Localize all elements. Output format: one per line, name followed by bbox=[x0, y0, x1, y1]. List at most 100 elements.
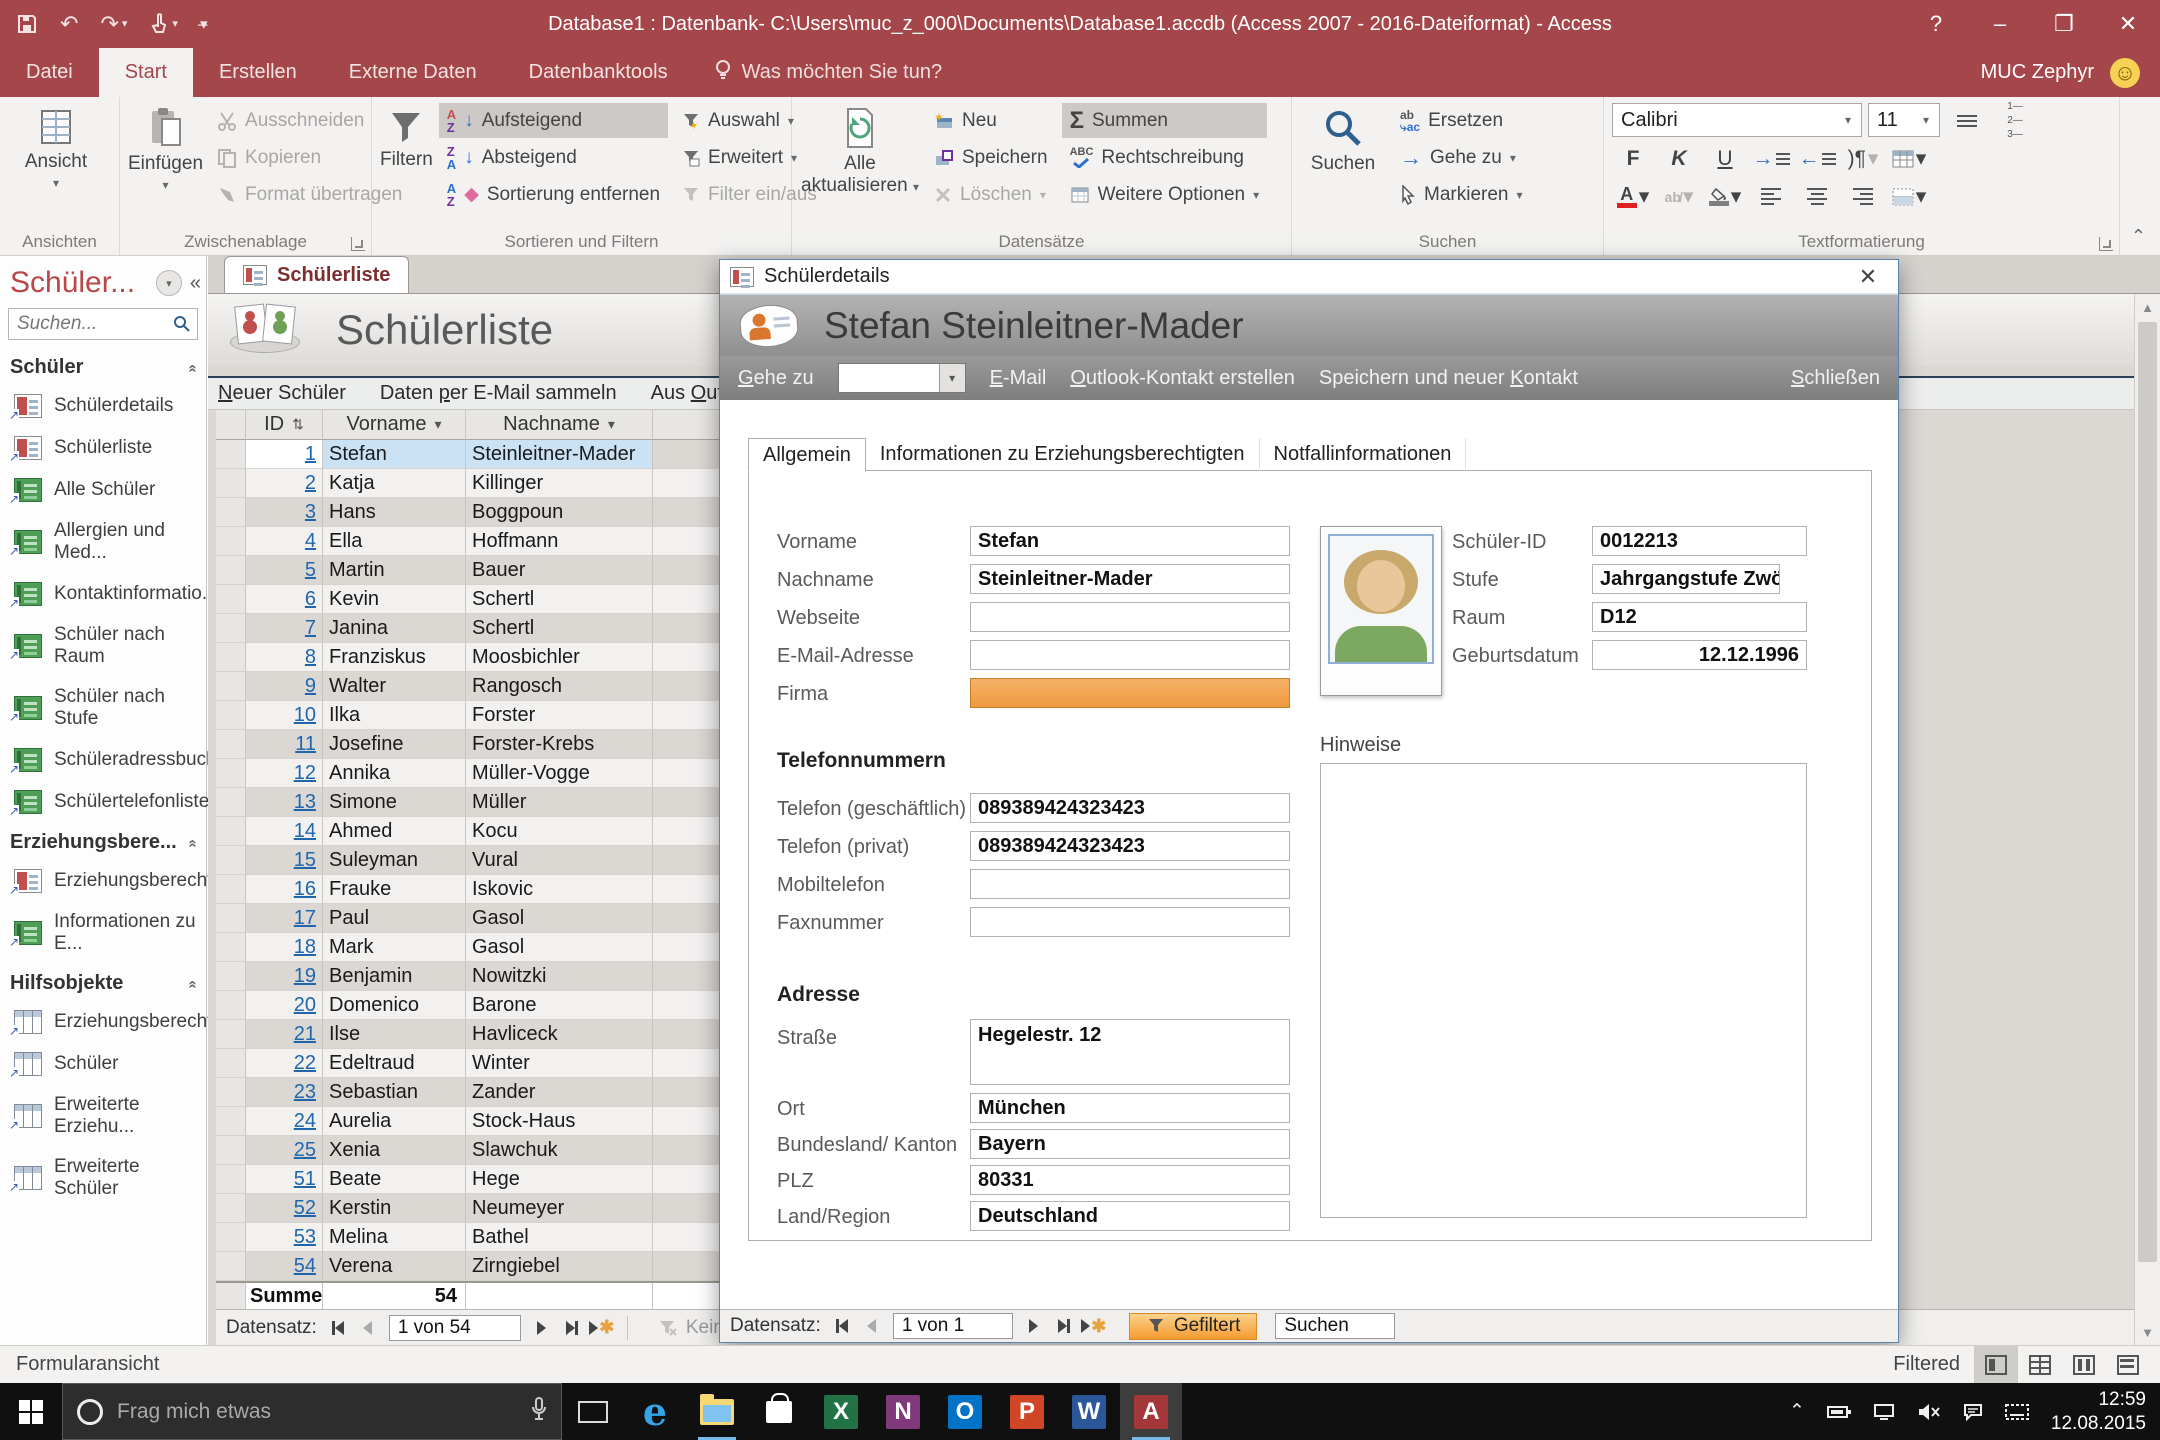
redo-icon[interactable]: ↷▾ bbox=[100, 13, 127, 35]
vorname-cell[interactable]: Frauke bbox=[323, 875, 466, 904]
nachname-cell[interactable]: Bauer bbox=[466, 556, 653, 585]
table-row[interactable]: 12AnnikaMüller-Vogge bbox=[216, 759, 743, 788]
tab-allgemein[interactable]: Allgemein bbox=[748, 438, 866, 472]
table-row[interactable]: 17PaulGasol bbox=[216, 904, 743, 933]
telefon-privat-input[interactable]: 089389424323423 bbox=[970, 831, 1290, 861]
weitere-optionen-button[interactable]: Weitere Optionen▾ bbox=[1062, 177, 1268, 212]
record-position-box[interactable]: 1 von 1 bbox=[893, 1313, 1013, 1339]
edge-taskbar-icon[interactable]: e bbox=[624, 1383, 686, 1440]
neu-button[interactable]: Neu bbox=[926, 103, 1056, 138]
tell-me-box[interactable]: Was möchten Sie tun? bbox=[694, 48, 962, 97]
faxnummer-input[interactable] bbox=[970, 907, 1290, 937]
nachname-cell[interactable]: Stock-Haus bbox=[466, 1107, 653, 1136]
vorname-cell[interactable]: Martin bbox=[323, 556, 466, 585]
row-selector[interactable] bbox=[216, 1136, 246, 1165]
highlight-button[interactable]: ab̸▾ bbox=[1658, 179, 1700, 214]
italic-button[interactable]: K bbox=[1658, 141, 1700, 176]
row-selector[interactable] bbox=[216, 672, 246, 701]
vorname-cell[interactable]: Ella bbox=[323, 527, 466, 556]
table-row[interactable]: 2KatjaKillinger bbox=[216, 469, 743, 498]
row-selector[interactable] bbox=[216, 469, 246, 498]
vorname-cell[interactable]: Simone bbox=[323, 788, 466, 817]
vorname-cell[interactable]: Franziskus bbox=[323, 643, 466, 672]
column-dropdown-icon[interactable]: ▾ bbox=[608, 416, 615, 433]
nachname-cell[interactable]: Zirngiebel bbox=[466, 1252, 653, 1281]
nav-item-schülertelefonliste[interactable]: ↗Schülertelefonliste bbox=[0, 781, 206, 823]
record-id-link[interactable]: 12 bbox=[294, 762, 316, 785]
nachname-cell[interactable]: Winter bbox=[466, 1049, 653, 1078]
vorname-cell[interactable]: Melina bbox=[323, 1223, 466, 1252]
battery-icon[interactable] bbox=[1827, 1405, 1851, 1419]
telefon-geschaeftlich-input[interactable]: 089389424323423 bbox=[970, 793, 1290, 823]
sortierung-entfernen-button[interactable]: AZ◆ Sortierung entfernen bbox=[439, 177, 668, 212]
record-id-link[interactable]: 2 bbox=[305, 472, 316, 495]
column-dropdown-icon[interactable]: ▾ bbox=[435, 416, 442, 433]
vorname-cell[interactable]: Sebastian bbox=[323, 1078, 466, 1107]
start-button[interactable] bbox=[0, 1383, 62, 1440]
row-selector[interactable] bbox=[216, 614, 246, 643]
tab-erstellen[interactable]: Erstellen bbox=[193, 48, 323, 97]
tab-erziehungsberechtigte[interactable]: Informationen zu Erziehungsberechtigten bbox=[866, 438, 1260, 471]
vorname-cell[interactable]: Kevin bbox=[323, 585, 466, 614]
record-id-link[interactable]: 17 bbox=[294, 907, 316, 930]
table-row[interactable]: 22EdeltraudWinter bbox=[216, 1049, 743, 1078]
nav-item-kontaktinformatio-[interactable]: ↗Kontaktinformatio... bbox=[0, 573, 206, 615]
tab-datei[interactable]: Datei bbox=[0, 48, 99, 97]
row-selector[interactable] bbox=[216, 1078, 246, 1107]
table-row[interactable]: 53MelinaBathel bbox=[216, 1223, 743, 1252]
vorname-cell[interactable]: Ilka bbox=[323, 701, 466, 730]
nav-pane-menu-icon[interactable]: ▾ bbox=[156, 270, 182, 296]
table-row[interactable]: 52KerstinNeumeyer bbox=[216, 1194, 743, 1223]
row-selector[interactable] bbox=[216, 1107, 246, 1136]
nachname-cell[interactable]: Neumeyer bbox=[466, 1194, 653, 1223]
vorname-cell[interactable]: Ilse bbox=[323, 1020, 466, 1049]
section-collapse-icon[interactable]: « bbox=[184, 839, 201, 845]
last-record-icon[interactable] bbox=[1051, 1314, 1077, 1338]
select-all-cell[interactable] bbox=[216, 410, 246, 440]
row-selector[interactable] bbox=[216, 904, 246, 933]
vorname-cell[interactable]: Xenia bbox=[323, 1136, 466, 1165]
row-selector[interactable] bbox=[216, 1020, 246, 1049]
nav-item-alle-schüler[interactable]: ↗Alle Schüler bbox=[0, 469, 206, 511]
row-selector[interactable] bbox=[216, 846, 246, 875]
nachname-input[interactable]: Steinleitner-Mader bbox=[970, 564, 1290, 594]
onenote-taskbar-icon[interactable]: N bbox=[872, 1383, 934, 1440]
account-name[interactable]: MUC Zephyr bbox=[1981, 61, 2094, 84]
feedback-smiley-icon[interactable]: ☺ bbox=[2110, 58, 2140, 88]
row-selector[interactable] bbox=[216, 498, 246, 527]
task-view-button[interactable] bbox=[562, 1383, 624, 1440]
design-view-button[interactable] bbox=[2106, 1346, 2150, 1383]
nav-section-header[interactable]: Schüler« bbox=[0, 348, 206, 385]
speichern-neuer-kontakt-link[interactable]: Speichern und neuer Kontakt bbox=[1319, 367, 1578, 390]
vorname-cell[interactable]: Ahmed bbox=[323, 817, 466, 846]
minimize-button[interactable]: ‒ bbox=[1968, 0, 2032, 48]
nav-item-schüler-nach-raum[interactable]: ↗Schüler nach Raum bbox=[0, 615, 206, 677]
nav-pane-collapse-icon[interactable]: « bbox=[190, 272, 198, 295]
sort-ascending-icon[interactable]: ⇅ bbox=[292, 416, 304, 433]
column-header-id[interactable]: ID⇅ bbox=[246, 410, 323, 440]
close-button[interactable]: ✕ bbox=[2096, 0, 2160, 48]
row-selector[interactable] bbox=[216, 643, 246, 672]
nachname-cell[interactable]: Killinger bbox=[466, 469, 653, 498]
record-id-link[interactable]: 4 bbox=[305, 530, 316, 553]
outlook-taskbar-icon[interactable]: O bbox=[934, 1383, 996, 1440]
nachname-cell[interactable]: Hoffmann bbox=[466, 527, 653, 556]
record-id-link[interactable]: 15 bbox=[294, 849, 316, 872]
nachname-cell[interactable]: Iskovic bbox=[466, 875, 653, 904]
row-selector[interactable] bbox=[216, 817, 246, 846]
daten-per-email-link[interactable]: Daten per E-Mail sammeln bbox=[380, 382, 617, 405]
section-collapse-icon[interactable]: « bbox=[184, 980, 201, 986]
nachname-cell[interactable]: Moosbichler bbox=[466, 643, 653, 672]
record-id-link[interactable]: 21 bbox=[294, 1023, 316, 1046]
dialog-close-icon[interactable]: ✕ bbox=[1848, 264, 1888, 290]
cortana-search-box[interactable]: Frag mich etwas bbox=[62, 1383, 562, 1440]
nachname-cell[interactable]: Nowitzki bbox=[466, 962, 653, 991]
record-id-link[interactable]: 7 bbox=[305, 617, 316, 640]
store-taskbar-icon[interactable] bbox=[748, 1383, 810, 1440]
table-row[interactable]: 5MartinBauer bbox=[216, 556, 743, 585]
outlook-kontakt-link[interactable]: Outlook-Kontakt erstellen bbox=[1070, 367, 1295, 390]
nachname-cell[interactable]: Müller-Vogge bbox=[466, 759, 653, 788]
nav-item-schülerliste[interactable]: ↗Schülerliste bbox=[0, 427, 206, 469]
nav-item-schülerdetails[interactable]: ↗Schülerdetails bbox=[0, 385, 206, 427]
nachname-cell[interactable]: Schertl bbox=[466, 614, 653, 643]
